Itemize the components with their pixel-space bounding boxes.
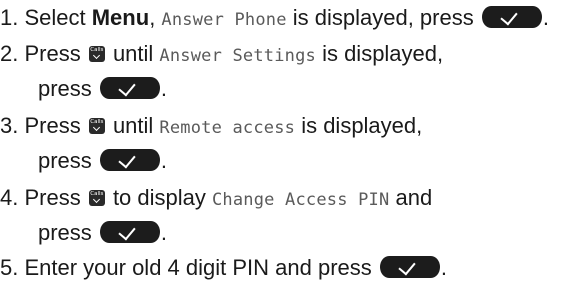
step-text: is displayed, [315,41,444,66]
step-text: is displayed, [295,113,423,138]
display-text: Remote access [159,118,296,138]
step-text: . [160,220,168,245]
step-text: until [106,113,160,138]
ok-checkmark-icon [99,221,160,243]
display-text: Change Access PIN [212,190,390,210]
step-number: 2. [0,41,19,66]
step-text: press [38,220,92,245]
step-4-continued: press . [38,215,167,251]
step-number: 5. [0,255,19,280]
step-text: to display [106,185,212,210]
step-text: Select [18,5,92,30]
step-2: 2. Press Calls until Answer Settings is … [0,36,443,72]
step-4: 4. Press Calls to display Change Access … [0,180,432,216]
step-text: . [542,5,549,30]
step-number: 1. [0,5,19,30]
step-text: is displayed, press [286,5,474,30]
step-text: . [160,148,168,173]
step-text: . [440,255,448,280]
display-text: Answer Settings [159,46,316,66]
display-text: Answer Phone [161,10,287,30]
step-3: 3. Press Calls until Remote access is di… [0,108,422,144]
ok-checkmark-icon [481,6,542,28]
step-text: press [38,148,92,173]
step-1: 1. Select Menu, Answer Phone is displaye… [0,0,549,36]
step-text: , [149,5,162,30]
step-text: . [160,76,168,101]
ok-checkmark-icon [99,149,160,171]
calls-scroll-icon: Calls [88,190,105,206]
step-text: until [106,41,160,66]
menu-label: Menu [91,5,150,30]
calls-scroll-icon: Calls [88,46,105,62]
ok-checkmark-icon [379,256,440,278]
step-number: 3. [0,113,19,138]
calls-scroll-icon: Calls [88,118,105,134]
step-5: 5. Enter your old 4 digit PIN and press … [0,250,447,286]
step-number: 4. [0,185,19,210]
step-text: Press [18,113,87,138]
step-text: press [38,76,92,101]
step-text: Press [18,185,87,210]
instruction-steps: 1. Select Menu, Answer Phone is displaye… [0,0,582,286]
ok-checkmark-icon [99,77,160,99]
step-text: Press [18,41,87,66]
step-text: and [389,185,433,210]
step-3-continued: press . [38,143,167,179]
step-2-continued: press . [38,71,167,107]
step-text: Enter your old 4 digit PIN and press [18,255,372,280]
